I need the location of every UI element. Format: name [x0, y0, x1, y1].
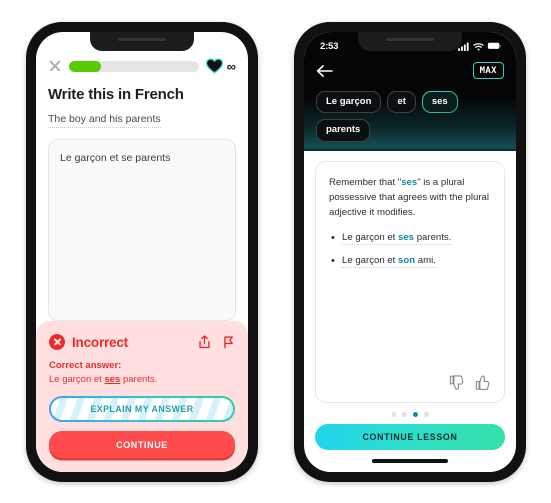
- correct-answer-suffix: parents.: [120, 374, 158, 385]
- nav-row: MAX: [304, 56, 516, 79]
- home-indicator-area: [304, 450, 516, 472]
- feedback-header: Incorrect: [49, 334, 235, 350]
- flag-icon[interactable]: [222, 335, 235, 349]
- exercise-title: Write this in French: [48, 86, 184, 103]
- feedback-banner: Incorrect Correct answer: Le garçon et s…: [36, 321, 248, 472]
- close-x-icon[interactable]: [48, 59, 62, 73]
- right-phone-screen: 2:53 MAX Le garçon et ses parents Rememb…: [304, 32, 516, 472]
- example-item: Le garçon et ses parents.: [329, 230, 491, 247]
- feedback-status: Incorrect: [72, 334, 128, 350]
- share-icon[interactable]: [198, 335, 211, 349]
- exercise-prompt: The boy and his parents: [36, 103, 248, 128]
- pagination-dots: [315, 403, 505, 425]
- lesson-progress-bar: [69, 60, 199, 72]
- correct-answer-prefix: Le garçon et: [49, 374, 105, 385]
- rating-row: [329, 374, 491, 394]
- left-phone-screen: ∞ Write this in French The boy and his p…: [36, 32, 248, 472]
- pagination-dot[interactable]: [391, 412, 396, 417]
- exercise-header: ∞: [36, 54, 248, 74]
- phone-notch: [90, 32, 194, 51]
- thumbs-up-icon[interactable]: [475, 375, 491, 391]
- example-sentence: Le garçon et ses parents.: [342, 232, 452, 246]
- correct-answer-text: Le garçon et ses parents.: [49, 374, 235, 385]
- continue-button[interactable]: CONTINUE: [49, 431, 235, 458]
- wifi-icon: [473, 42, 484, 51]
- back-arrow-icon[interactable]: [316, 64, 333, 78]
- screenshot-stage: ∞ Write this in French The boy and his p…: [0, 0, 551, 503]
- pagination-dot[interactable]: [424, 412, 429, 417]
- heart-icon: [205, 58, 223, 74]
- hearts-count: ∞: [226, 58, 236, 74]
- status-icons: [458, 42, 502, 51]
- max-badge: MAX: [473, 62, 504, 79]
- pagination-dot[interactable]: [412, 411, 418, 417]
- x-circle-icon: [49, 334, 65, 350]
- word-chip[interactable]: et: [387, 91, 416, 114]
- word-chip[interactable]: parents: [316, 119, 371, 142]
- explanation-part1: Remember that ": [329, 176, 402, 188]
- home-indicator: [372, 459, 448, 463]
- phone-notch-right: [358, 32, 462, 51]
- correct-answer-label: Correct answer:: [49, 360, 122, 371]
- example-sentence: Le garçon et son ami.: [342, 254, 436, 268]
- exercise-prompt-text: The boy and his parents: [48, 113, 161, 128]
- word-chips: Le garçon et ses parents: [304, 79, 516, 142]
- hearts-indicator[interactable]: ∞: [205, 58, 236, 74]
- thumbs-down-icon[interactable]: [449, 374, 465, 391]
- feedback-actions: [198, 335, 235, 349]
- word-chip[interactable]: ses: [422, 91, 458, 113]
- example-item: Le garçon et son ami.: [329, 253, 491, 270]
- explain-my-answer-label: EXPLAIN MY ANSWER: [50, 397, 234, 421]
- correct-answer-highlight: ses: [104, 374, 121, 385]
- battery-icon: [487, 42, 501, 49]
- explanation-highlight: ses: [401, 176, 418, 188]
- explanation-examples: Le garçon et ses parents. Le garçon et so…: [329, 230, 491, 276]
- answer-input[interactable]: Le garçon et se parents: [48, 139, 236, 321]
- phone-left: ∞ Write this in French The boy and his p…: [26, 22, 258, 482]
- pagination-dot[interactable]: [402, 412, 407, 417]
- explanation-paragraph: Remember that "ses" is a plural possessi…: [329, 176, 491, 221]
- word-chip[interactable]: Le garçon: [316, 91, 382, 114]
- max-badge-label: MAX: [480, 65, 498, 76]
- phone-right: 2:53 MAX Le garçon et ses parents Rememb…: [294, 22, 526, 482]
- continue-lesson-button[interactable]: CONTINUE LESSON: [315, 424, 505, 450]
- status-time: 2:53: [320, 40, 339, 52]
- lesson-progress-fill: [69, 60, 102, 72]
- explanation-body: Remember that "ses" is a plural possessi…: [304, 150, 516, 425]
- explain-my-answer-button[interactable]: EXPLAIN MY ANSWER: [49, 396, 235, 422]
- explanation-card: Remember that "ses" is a plural possessi…: [315, 160, 505, 403]
